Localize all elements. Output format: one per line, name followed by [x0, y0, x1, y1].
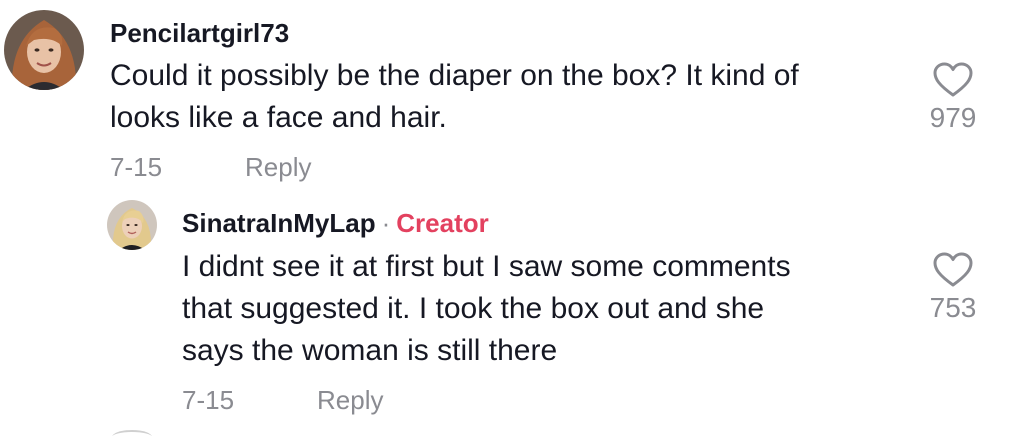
avatar[interactable]: [107, 200, 157, 250]
creator-badge: Creator: [396, 208, 489, 238]
separator: ·: [381, 208, 391, 238]
comment-text-line: I didnt see it at first but I saw some c…: [182, 250, 791, 283]
reply-button[interactable]: Reply: [245, 152, 311, 183]
avatar[interactable]: [4, 10, 84, 90]
comment-text-line: Could it possibly be the diaper on the b…: [110, 59, 799, 92]
heart-outline-icon[interactable]: [933, 62, 973, 98]
comment-meta: 7-15 Reply: [182, 385, 383, 416]
comment-text-line: says the woman is still there: [182, 334, 558, 367]
next-avatar-partial: [112, 430, 152, 436]
reply-username-row: SinatraInMyLap · Creator: [182, 208, 489, 239]
heart-outline-icon[interactable]: [933, 252, 973, 288]
like-count: 753: [929, 292, 977, 323]
comment-date: 7-15: [182, 385, 235, 415]
comment-text: Could it possibly be the diaper on the b…: [110, 55, 799, 139]
like-button[interactable]: 979: [918, 62, 988, 134]
reply-button[interactable]: Reply: [317, 385, 383, 416]
comment-text: I didnt see it at first but I saw some c…: [182, 246, 791, 372]
comment-date: 7-15: [110, 152, 163, 182]
comment-text-line: that suggested it. I took the box out an…: [182, 292, 765, 325]
like-button[interactable]: 753: [918, 252, 988, 324]
comment-text-line: looks like a face and hair.: [110, 101, 447, 134]
comment-username[interactable]: Pencilartgirl73: [110, 18, 289, 49]
like-count: 979: [929, 102, 977, 133]
comment-username[interactable]: SinatraInMyLap: [182, 208, 376, 238]
comment-meta: 7-15 Reply: [110, 152, 311, 183]
